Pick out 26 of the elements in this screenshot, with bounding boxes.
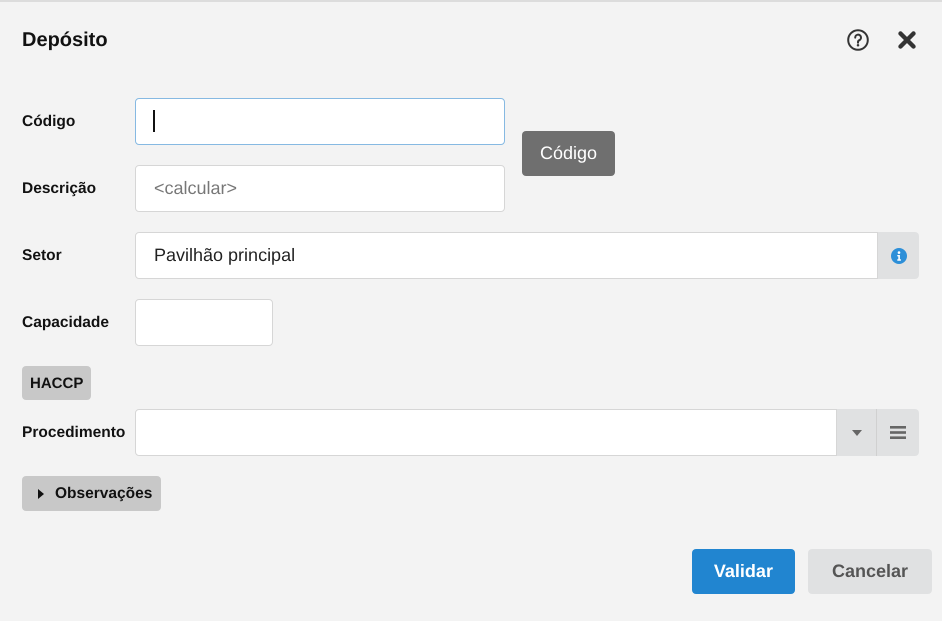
cancel-button[interactable]: Cancelar — [808, 549, 932, 594]
menu-icon — [890, 426, 906, 439]
section-heading: HACCP — [22, 366, 92, 400]
lookup-field[interactable]: Pavilhão principal — [135, 232, 878, 279]
field-label: Capacidade — [22, 314, 110, 332]
caret-icon — [852, 430, 862, 436]
select-field[interactable] — [135, 409, 837, 456]
text-cursor-icon — [153, 110, 154, 132]
collapse-toggle[interactable]: Observações — [22, 476, 162, 511]
text-field[interactable] — [135, 98, 505, 145]
info-button[interactable] — [878, 232, 919, 279]
info-icon — [890, 248, 906, 264]
dialog-title: Depósito — [22, 28, 108, 52]
confirm-button[interactable]: Validar — [692, 549, 795, 594]
toggle-label: Observações — [55, 484, 152, 502]
text-field[interactable]: <calcular> — [135, 165, 505, 212]
close-icon[interactable] — [898, 31, 916, 49]
field-label: Setor — [22, 246, 63, 264]
number-field[interactable] — [135, 299, 273, 346]
caret-icon — [38, 488, 44, 498]
tooltip: Código — [522, 131, 616, 176]
help-icon[interactable] — [847, 29, 869, 51]
field-label: Procedimento — [22, 424, 126, 442]
field-label: Descrição — [22, 180, 98, 198]
field-label: Código — [22, 112, 76, 130]
list-button[interactable] — [877, 409, 919, 456]
